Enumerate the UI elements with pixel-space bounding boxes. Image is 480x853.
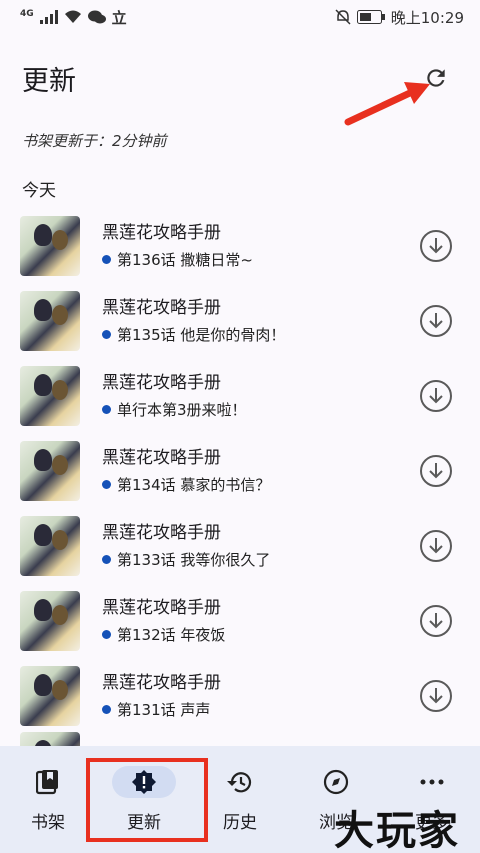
status-bar: 4G 立 晚上10:29	[0, 0, 480, 34]
status-left: 4G 立	[20, 7, 127, 28]
signal-icon	[39, 10, 58, 24]
comic-title: 黑莲花攻略手册	[102, 673, 221, 693]
status-right: 晚上10:29	[335, 7, 464, 28]
bookshelf-icon	[36, 770, 58, 795]
section-header-today: 今天	[22, 181, 56, 201]
comic-cover	[20, 290, 80, 351]
unread-dot-icon	[102, 405, 111, 414]
download-button[interactable]	[420, 454, 452, 487]
download-arrow-icon	[429, 387, 443, 403]
chapter-title: 第132话 年夜饭	[117, 626, 226, 644]
list-item[interactable]: 黑莲花攻略手册 第135话 他是你的骨肉！	[0, 283, 480, 358]
nav-updates[interactable]: 更新	[96, 766, 192, 833]
list-item[interactable]: 黑莲花攻略手册 第132话 年夜饭	[0, 583, 480, 658]
download-arrow-icon	[429, 687, 443, 703]
comic-cover	[20, 665, 80, 726]
network-indicator: 4G	[20, 9, 34, 19]
download-arrow-icon	[429, 462, 443, 478]
download-arrow-icon	[429, 612, 443, 628]
shelf-updated-note: 书架更新于：2分钟前	[22, 132, 167, 150]
list-item[interactable]: 黑莲花攻略手册 单行本第3册来啦！	[0, 358, 480, 433]
list-item[interactable]: 黑莲花攻略手册 第136话 撒糖日常~	[0, 208, 480, 283]
comic-cover	[20, 590, 80, 651]
download-button[interactable]	[420, 529, 452, 562]
chapter-title: 第133话 我等你很久了	[117, 551, 271, 569]
nav-label: 历史	[223, 813, 257, 833]
more-icon	[420, 779, 444, 785]
chapter-title: 第131话 声声	[117, 701, 211, 719]
unread-dot-icon	[102, 255, 111, 264]
compass-icon	[323, 769, 349, 795]
download-button[interactable]	[420, 379, 452, 412]
chapter-title: 第135话 他是你的骨肉！	[117, 326, 286, 344]
download-button[interactable]	[420, 604, 452, 637]
list-item[interactable]: 黑莲花攻略手册 第134话 慕家的书信？	[0, 433, 480, 508]
partial-list-item	[20, 732, 80, 746]
comic-title: 黑莲花攻略手册	[102, 373, 221, 393]
download-arrow-icon	[429, 312, 443, 328]
list-item[interactable]: 黑莲花攻略手册 第133话 我等你很久了	[0, 508, 480, 583]
annotation-arrow-icon	[344, 82, 430, 126]
chapter-title: 第136话 撒糖日常~	[117, 251, 253, 269]
comic-cover	[20, 215, 80, 276]
comic-title: 黑莲花攻略手册	[102, 523, 221, 543]
unread-dot-icon	[102, 630, 111, 639]
comic-cover	[20, 515, 80, 576]
update-alert-icon	[132, 770, 156, 794]
wifi-icon	[64, 10, 81, 23]
download-button[interactable]	[420, 304, 452, 337]
comic-title: 黑莲花攻略手册	[102, 298, 221, 318]
clock: 晚上10:29	[390, 8, 464, 27]
download-button[interactable]	[420, 679, 452, 712]
comic-title: 黑莲花攻略手册	[102, 448, 221, 468]
nav-bookshelf[interactable]: 书架	[0, 766, 96, 833]
list-item[interactable]: 黑莲花攻略手册 第131话 声声	[0, 658, 480, 733]
download-arrow-icon	[429, 237, 443, 253]
watermark: 大玩家	[334, 807, 460, 853]
wechat-icon	[87, 10, 106, 24]
update-list: 黑莲花攻略手册 第136话 撒糖日常~ 黑莲花攻略手册 第135话 他是你的骨肉…	[0, 208, 480, 733]
nav-history[interactable]: 历史	[192, 766, 288, 833]
history-icon	[227, 772, 252, 793]
comic-cover	[20, 440, 80, 501]
mute-bell-icon	[335, 9, 351, 25]
comic-cover	[20, 732, 80, 746]
page-title: 更新	[22, 65, 76, 97]
download-arrow-icon	[429, 537, 443, 553]
nav-label: 更新	[127, 813, 161, 833]
app-notification-glyph: 立	[111, 8, 127, 27]
chapter-title: 单行本第3册来啦！	[117, 401, 247, 419]
unread-dot-icon	[102, 555, 111, 564]
download-button[interactable]	[420, 229, 452, 262]
comic-cover	[20, 365, 80, 426]
nav-label: 书架	[31, 813, 65, 833]
unread-dot-icon	[102, 705, 111, 714]
comic-title: 黑莲花攻略手册	[102, 598, 221, 618]
battery-icon	[356, 10, 385, 24]
chapter-title: 第134话 慕家的书信？	[117, 476, 271, 494]
unread-dot-icon	[102, 480, 111, 489]
comic-title: 黑莲花攻略手册	[102, 223, 221, 243]
unread-dot-icon	[102, 330, 111, 339]
